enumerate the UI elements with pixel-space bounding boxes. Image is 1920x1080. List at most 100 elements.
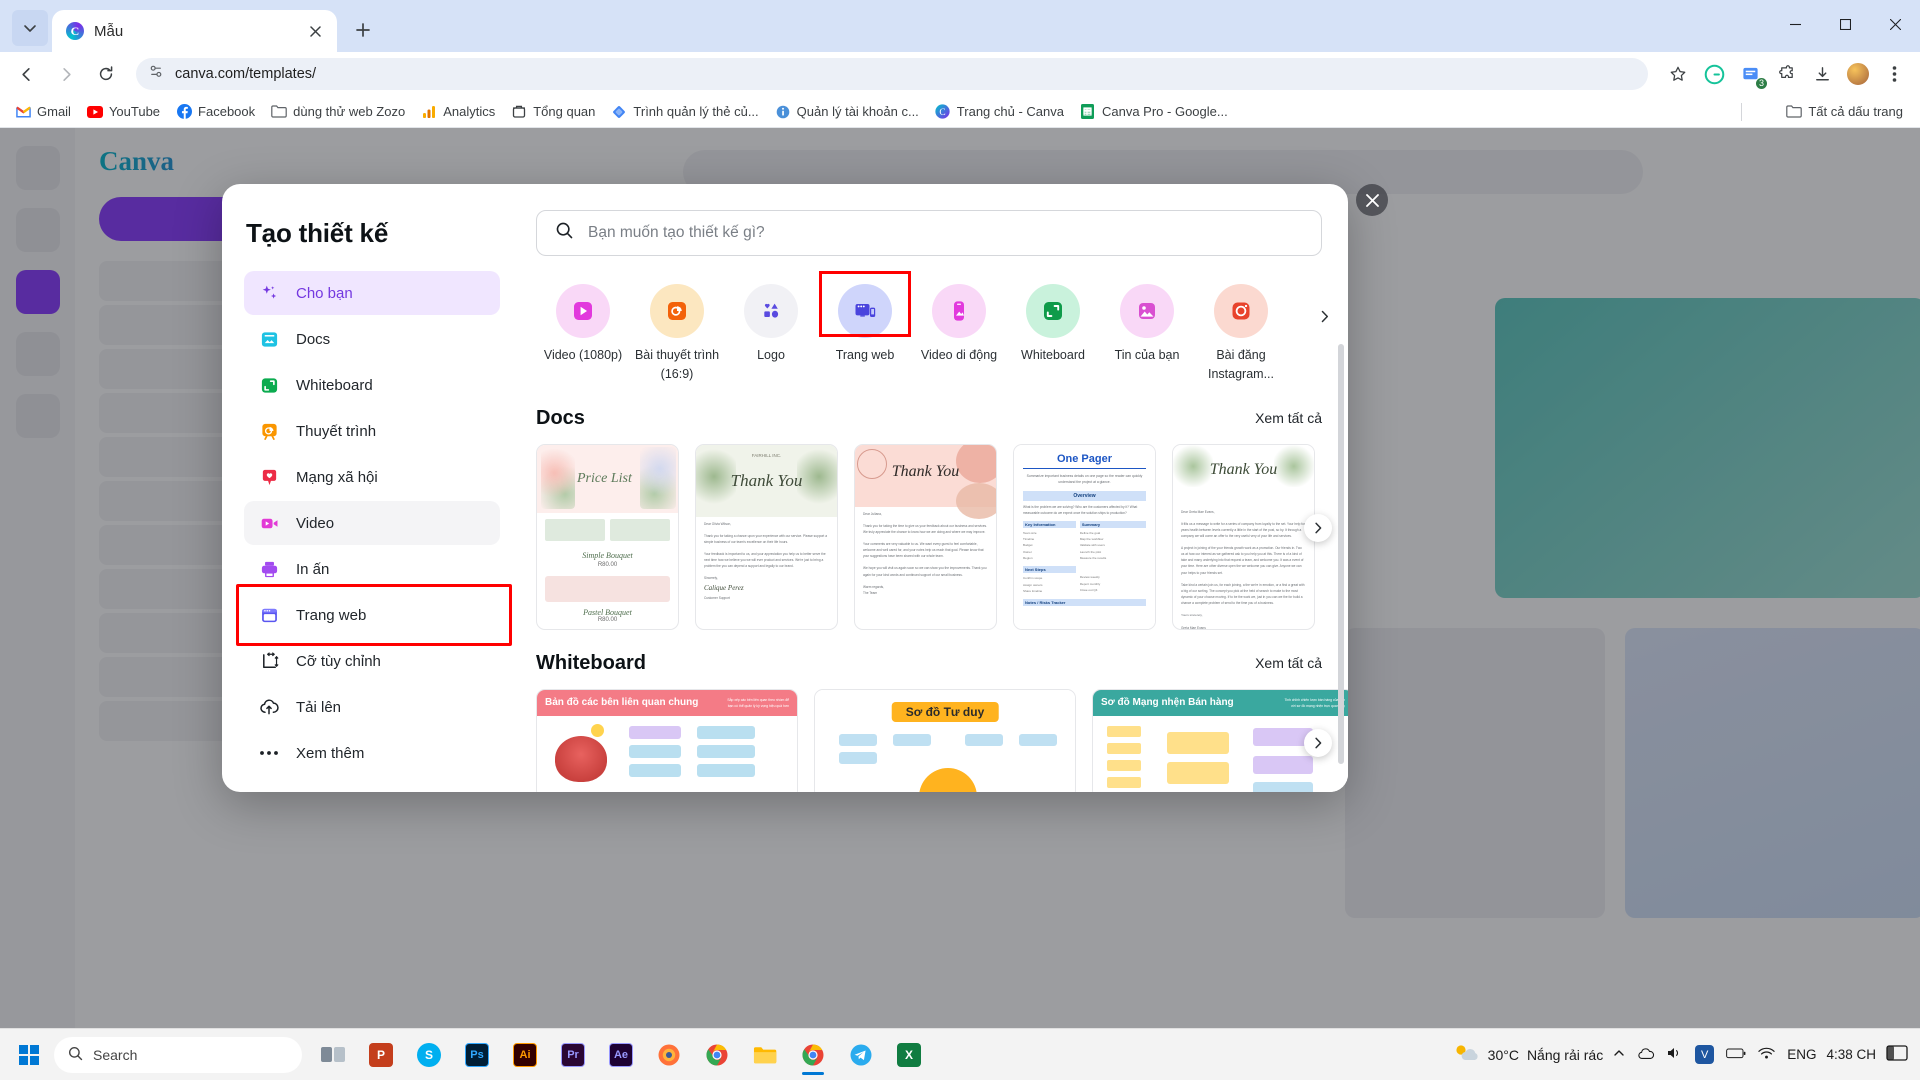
category-video-di-dong[interactable]: Video di động: [912, 278, 1006, 365]
explorer-icon[interactable]: [742, 1033, 788, 1077]
url-text: canva.com/templates/: [175, 66, 317, 82]
bookmark-facebook[interactable]: Facebook: [169, 101, 262, 123]
bookmark-divider: [1741, 102, 1742, 121]
bookmark-zozo[interactable]: dùng thử web Zozo: [264, 101, 412, 123]
category-trang-web[interactable]: Trang web: [818, 270, 912, 365]
bookmark-label: Trình quản lý thẻ củ...: [633, 104, 759, 119]
star-icon[interactable]: [1662, 58, 1694, 90]
chevron-right-icon[interactable]: [1304, 728, 1332, 757]
firefox-icon[interactable]: [646, 1033, 692, 1077]
chevron-right-icon[interactable]: [1304, 513, 1332, 542]
unikey-icon[interactable]: V: [1695, 1045, 1715, 1064]
taskbar-clock[interactable]: 4:38 CH: [1826, 1047, 1876, 1063]
bookmark-account-manager[interactable]: Quản lý tài khoản c...: [768, 101, 926, 123]
template-card[interactable]: Thank You Dear Juliana, Thank you for ta…: [854, 443, 997, 630]
wifi-icon[interactable]: [1758, 1047, 1775, 1063]
download-icon[interactable]: [1806, 58, 1838, 90]
avatar-icon[interactable]: [1842, 58, 1874, 90]
template-card[interactable]: Price List Simple Bouquet R80.00 Pastel …: [536, 443, 679, 630]
category-label: Logo: [757, 348, 785, 362]
template-card[interactable]: FAIRHILL INC. Thank You Dear Olivia Wils…: [695, 443, 838, 630]
close-icon[interactable]: [305, 21, 325, 41]
grammarly-icon[interactable]: [1698, 58, 1730, 90]
puzzle-icon[interactable]: [1770, 58, 1802, 90]
bookmark-tongquan[interactable]: Tổng quan: [504, 101, 602, 123]
template-card[interactable]: Thank You Dear Greta Mae Evans, It fills…: [1172, 443, 1315, 630]
illustrator-icon[interactable]: Ai: [502, 1033, 548, 1077]
sidebar-item-whiteboard[interactable]: Whiteboard: [244, 363, 500, 407]
sidebar-item-docs[interactable]: Docs: [244, 317, 500, 361]
bookmark-gmail[interactable]: Gmail: [8, 101, 78, 123]
tab-search-button[interactable]: [12, 10, 48, 46]
sidebar-item-mang-xa-hoi[interactable]: Mạng xã hội: [244, 455, 500, 499]
back-arrow-icon[interactable]: [10, 58, 42, 90]
template-card[interactable]: One Pager Summarize important business d…: [1013, 443, 1156, 630]
skype-icon[interactable]: S: [406, 1033, 452, 1077]
kebab-menu-icon[interactable]: [1878, 58, 1910, 90]
category-tin-cua-ban[interactable]: Tin của bạn: [1100, 278, 1194, 365]
instagram-icon: [1214, 284, 1268, 338]
video-play-icon: [556, 284, 610, 338]
see-all-link[interactable]: Xem tất cả: [1255, 655, 1322, 671]
category-whiteboard[interactable]: Whiteboard: [1006, 278, 1100, 365]
chrome-icon[interactable]: [790, 1033, 836, 1077]
extension-badge-icon[interactable]: 3: [1734, 58, 1767, 90]
bookmark-tag-manager[interactable]: Trình quản lý thẻ củ...: [604, 101, 765, 123]
close-modal-button[interactable]: [1356, 184, 1388, 216]
browser-tab[interactable]: C Mẫu: [52, 10, 337, 52]
onedrive-icon[interactable]: [1637, 1047, 1655, 1063]
powerpoint-icon[interactable]: P: [358, 1033, 404, 1077]
sidebar-item-cho-ban[interactable]: Cho bạn: [244, 271, 500, 315]
maximize-button[interactable]: [1820, 0, 1870, 48]
template-card[interactable]: Bản đồ các bên liên quan chung Sắp xếp c…: [536, 688, 798, 792]
weather-widget[interactable]: 30°C Nắng rải rác: [1452, 1042, 1603, 1067]
category-bai-dang-instagram[interactable]: Bài đăng Instagram...: [1194, 278, 1288, 385]
battery-icon[interactable]: [1726, 1047, 1746, 1063]
video-icon: [258, 512, 280, 534]
sidebar-item-xem-them[interactable]: Xem thêm: [244, 731, 500, 775]
forward-arrow-icon[interactable]: [50, 58, 82, 90]
sidebar-item-thuyet-trinh[interactable]: Thuyết trình: [244, 409, 500, 453]
category-video-1080p[interactable]: Video (1080p): [536, 278, 630, 365]
sidebar-item-co-tuy-chinh[interactable]: Cỡ tùy chỉnh: [244, 639, 500, 683]
bookmark-canva-pro[interactable]: Canva Pro - Google...: [1073, 101, 1235, 123]
bookmark-youtube[interactable]: YouTube: [80, 101, 167, 123]
category-bai-thuyet-trinh[interactable]: Bài thuyết trình (16:9): [630, 278, 724, 385]
taskview-icon[interactable]: [310, 1033, 356, 1077]
bookmark-analytics[interactable]: Analytics: [414, 101, 502, 123]
browser-window: C Mẫu canva.com/templates/ 3 Gmail YouTu…: [0, 0, 1920, 1080]
notification-icon[interactable]: [1886, 1044, 1908, 1065]
sidebar-item-video[interactable]: Video: [244, 501, 500, 545]
reload-icon[interactable]: [90, 58, 122, 90]
taskbar-tray-area: 30°C Nắng rải rác V ENG 4:38 CH: [1452, 1042, 1914, 1067]
minimize-button[interactable]: [1770, 0, 1820, 48]
photoshop-icon[interactable]: Ps: [454, 1033, 500, 1077]
search-input[interactable]: Bạn muốn tạo thiết kế gì?: [536, 210, 1322, 256]
telegram-icon[interactable]: [838, 1033, 884, 1077]
chevron-right-icon[interactable]: [1310, 302, 1338, 330]
excel-icon[interactable]: X: [886, 1033, 932, 1077]
bookmark-label: Tổng quan: [533, 104, 596, 119]
volume-icon[interactable]: [1667, 1046, 1683, 1063]
address-bar[interactable]: canva.com/templates/: [136, 58, 1648, 90]
new-tab-button[interactable]: [347, 14, 379, 46]
windows-icon[interactable]: [6, 1033, 52, 1077]
premiere-icon[interactable]: Pr: [550, 1033, 596, 1077]
aftereffects-icon[interactable]: Ae: [598, 1033, 644, 1077]
modal-scrollbar[interactable]: [1338, 344, 1344, 764]
sidebar-item-trang-web[interactable]: Trang web: [236, 584, 512, 646]
template-card[interactable]: Sơ đồ Tư duy: [814, 688, 1076, 792]
all-bookmarks-button[interactable]: Tất cả dấu trang: [1779, 101, 1910, 123]
see-all-link[interactable]: Xem tất cả: [1255, 410, 1322, 426]
close-window-button[interactable]: [1870, 0, 1920, 48]
language-indicator[interactable]: ENG: [1787, 1047, 1816, 1062]
sidebar-item-tai-len[interactable]: Tải lên: [244, 685, 500, 729]
site-settings-icon[interactable]: [148, 63, 165, 85]
bookmark-canva-home[interactable]: C Trang chủ - Canva: [928, 101, 1071, 123]
category-label: Whiteboard: [1021, 348, 1085, 362]
category-logo[interactable]: Logo: [724, 278, 818, 365]
sidebar-item-in-an[interactable]: In ấn: [244, 547, 500, 591]
chrome-icon[interactable]: [694, 1033, 740, 1077]
chevron-up-icon[interactable]: [1613, 1047, 1625, 1062]
taskbar-search[interactable]: Search: [54, 1036, 302, 1073]
